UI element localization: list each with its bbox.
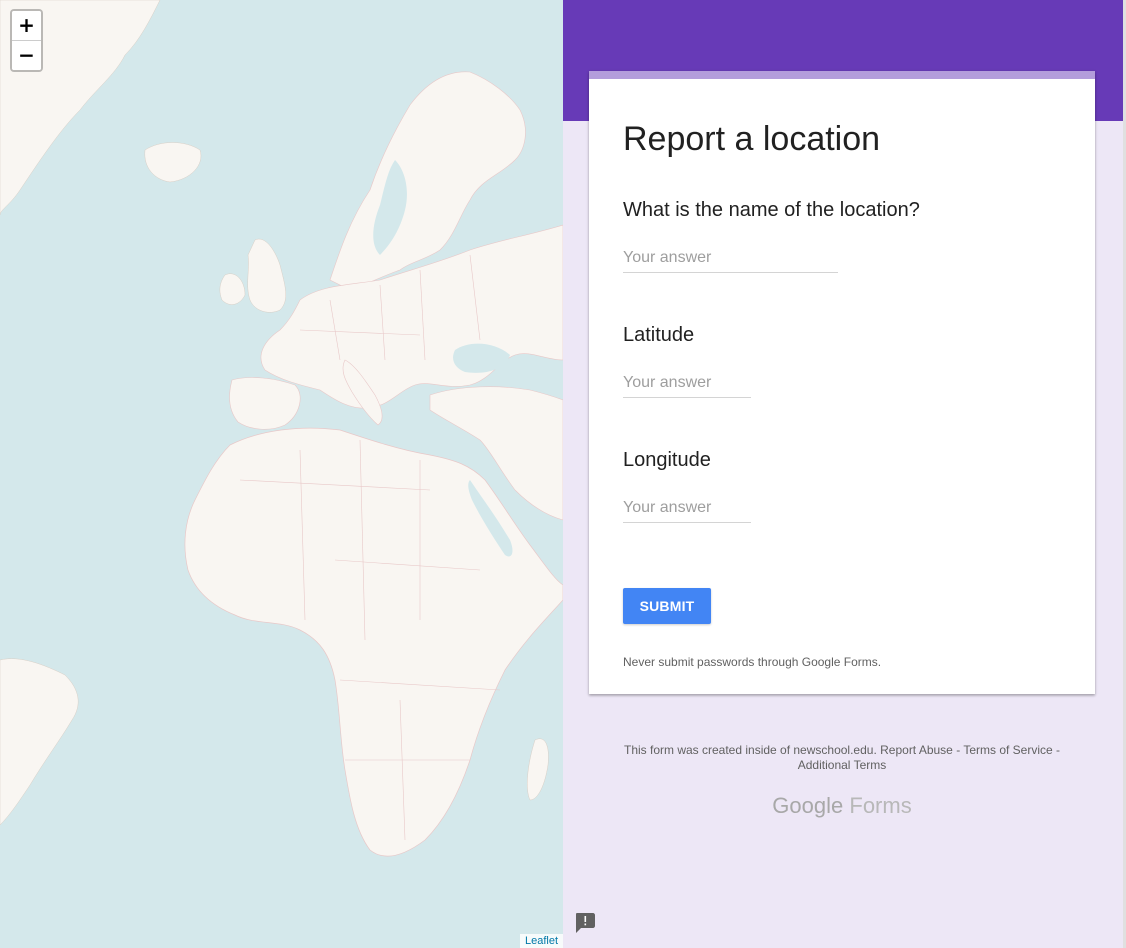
map-tiles[interactable] xyxy=(0,0,563,948)
map-attribution: Leaflet xyxy=(519,934,563,948)
form-card: Report a location What is the name of th… xyxy=(589,71,1095,694)
google-forms-logo[interactable]: Google Forms xyxy=(589,793,1095,819)
brand-google: Google xyxy=(772,793,844,818)
feedback-icon-glyph xyxy=(576,913,595,933)
question-label-location-name: What is the name of the location? xyxy=(623,199,920,221)
zoom-in-button[interactable]: + xyxy=(12,11,41,41)
land-africa xyxy=(184,427,563,857)
form-title: Report a location xyxy=(623,120,881,158)
latitude-input[interactable] xyxy=(623,374,751,398)
location-name-input[interactable] xyxy=(623,249,838,273)
land-ireland xyxy=(219,273,246,305)
question-label-longitude: Longitude xyxy=(623,449,711,471)
question-label-latitude: Latitude xyxy=(623,324,695,346)
form-pane: Report a location What is the name of th… xyxy=(563,0,1123,948)
terms-of-service-link[interactable]: Terms of Service xyxy=(963,743,1052,757)
report-abuse-link[interactable]: Report Abuse xyxy=(880,743,953,757)
land-britain xyxy=(247,238,286,313)
footer-separator: - xyxy=(956,743,961,757)
longitude-input[interactable] xyxy=(623,499,751,523)
created-inside-text: This form was created inside of newschoo… xyxy=(623,743,877,757)
form-footer: This form was created inside of newschoo… xyxy=(589,743,1095,773)
additional-terms-link[interactable]: Additional Terms xyxy=(798,758,887,772)
leaflet-link[interactable]: Leaflet xyxy=(525,935,558,947)
land-iceland xyxy=(144,142,202,183)
submit-button[interactable]: SUBMIT xyxy=(623,588,711,624)
zoom-out-button[interactable]: − xyxy=(12,41,41,70)
password-warning: Never submit passwords through Google Fo… xyxy=(623,655,882,669)
zoom-control: + − xyxy=(10,9,43,72)
feedback-icon[interactable] xyxy=(575,912,595,934)
land-madagascar xyxy=(527,738,549,801)
map-pane[interactable]: + − Leaflet xyxy=(0,0,563,948)
land-iberia xyxy=(229,377,301,430)
brand-forms: Forms xyxy=(849,793,912,818)
footer-separator: - xyxy=(1056,743,1061,757)
land-south-america xyxy=(0,658,79,826)
